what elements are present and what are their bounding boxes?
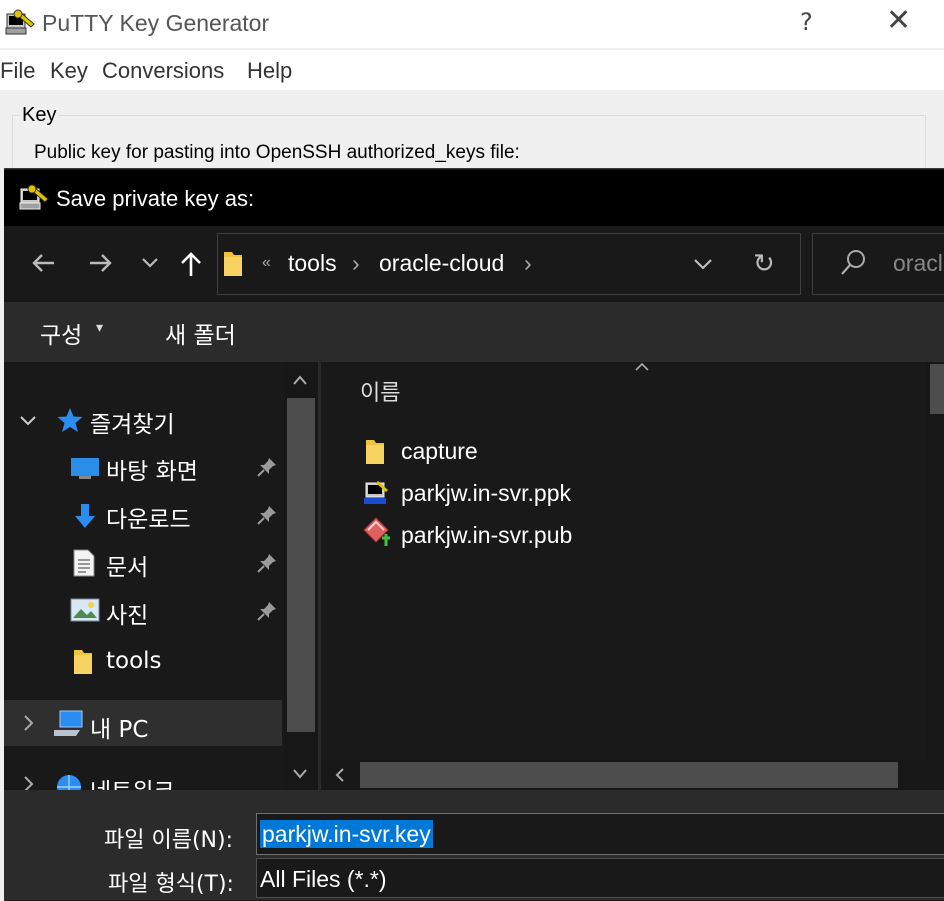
pin-icon (256, 552, 278, 574)
breadcrumb-overflow[interactable]: « (262, 254, 271, 272)
folder-icon (222, 248, 244, 278)
scroll-left-icon[interactable] (334, 767, 346, 783)
this-pc-expand-icon[interactable] (20, 712, 36, 734)
refresh-icon[interactable]: ↻ (753, 249, 775, 279)
network-expand-icon[interactable] (20, 775, 36, 791)
breadcrumb-separator-end[interactable]: › (524, 250, 532, 277)
new-folder-button[interactable]: 새 폴더 (165, 316, 236, 350)
file-item-ppk[interactable]: parkjw.in-svr.ppk (401, 480, 571, 507)
pin-icon (256, 456, 278, 478)
navigation-scroll-thumb[interactable] (287, 398, 315, 732)
file-list-pane (321, 362, 944, 760)
search-placeholder: oracl (893, 250, 943, 276)
organize-button[interactable]: 구성 (40, 316, 82, 350)
search-icon (838, 248, 868, 278)
nav-item-tools[interactable]: tools (106, 648, 162, 674)
nav-quick-access[interactable]: 즐겨찾기 (90, 405, 175, 439)
sort-ascending-icon (634, 362, 650, 372)
putty-window-title: PuTTY Key Generator (42, 10, 270, 36)
filename-label: 파일 이름(N): (104, 828, 233, 853)
nav-item-downloads[interactable]: 다운로드 (106, 500, 191, 534)
menu-help[interactable]: Help (247, 58, 292, 84)
document-icon (72, 549, 96, 577)
file-list-scroll-thumb[interactable] (930, 364, 944, 414)
scroll-down-icon[interactable] (292, 768, 308, 780)
nav-item-pictures[interactable]: 사진 (106, 596, 148, 630)
filetype-value[interactable]: All Files (*.*) (260, 866, 387, 893)
folder-icon (364, 436, 386, 466)
star-icon (56, 406, 84, 434)
putty-app-icon (4, 8, 36, 40)
forward-button[interactable] (88, 250, 114, 276)
dialog-putty-icon (18, 183, 50, 215)
menu-key[interactable]: Key (50, 58, 88, 84)
nav-item-desktop[interactable]: 바탕 화면 (106, 452, 198, 486)
column-header-name[interactable]: 이름 (360, 375, 400, 407)
up-button[interactable] (178, 250, 204, 278)
desktop-icon (70, 456, 100, 480)
menu-file[interactable]: File (0, 58, 35, 84)
quick-access-expand-icon[interactable] (18, 410, 38, 430)
close-button[interactable]: ✕ (886, 6, 911, 36)
ppk-file-icon (362, 479, 390, 507)
network-icon (54, 772, 84, 790)
organize-caret-icon[interactable]: ▾ (96, 320, 103, 336)
help-button[interactable]: ? (800, 8, 813, 36)
dialog-title: Save private key as: (56, 186, 255, 211)
nav-this-pc[interactable]: 내 PC (90, 710, 148, 744)
pin-icon (256, 504, 278, 526)
key-group-label: Key (20, 104, 59, 127)
recent-locations-button[interactable] (140, 254, 160, 272)
pictures-icon (70, 598, 100, 622)
file-list-vertical-scrollbar[interactable] (926, 362, 944, 760)
scroll-up-icon[interactable] (292, 374, 308, 386)
file-item-pub[interactable]: parkjw.in-svr.pub (401, 522, 572, 549)
back-button[interactable] (30, 250, 56, 276)
folder-icon (72, 646, 94, 676)
menu-conversions[interactable]: Conversions (102, 58, 224, 84)
pin-icon (256, 600, 278, 622)
computer-icon (52, 708, 86, 738)
command-bar (4, 302, 944, 362)
pub-file-icon (360, 516, 392, 548)
nav-item-documents[interactable]: 문서 (106, 548, 148, 582)
filetype-label: 파일 형식(T): (108, 872, 234, 897)
download-icon (72, 502, 98, 530)
public-key-label: Public key for pasting into OpenSSH auth… (34, 142, 520, 163)
address-dropdown-icon[interactable] (692, 254, 714, 274)
breadcrumb-tools[interactable]: tools (288, 250, 337, 277)
horizontal-scroll-thumb[interactable] (360, 762, 898, 788)
filename-value[interactable]: parkjw.in-svr.key (260, 820, 433, 848)
breadcrumb-separator[interactable]: › (352, 250, 360, 277)
file-item-capture[interactable]: capture (401, 438, 478, 465)
nav-network[interactable]: 네트워크 (90, 772, 175, 790)
breadcrumb-oracle-cloud[interactable]: oracle-cloud (379, 250, 504, 277)
